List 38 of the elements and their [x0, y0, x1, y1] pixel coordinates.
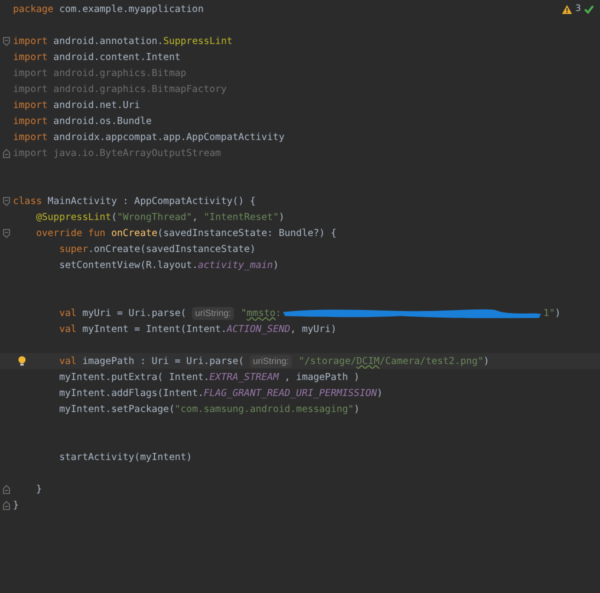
code-text: val myUri = Uri.parse(	[59, 308, 188, 318]
code-text: import android.os.Bundle	[13, 116, 152, 126]
code-text: import android.content.Intent	[13, 52, 181, 62]
parameter-hint: uriString:	[250, 354, 292, 368]
warning-icon[interactable]	[562, 4, 572, 14]
code-text: package com.example.myapplication	[13, 4, 204, 14]
code-text: import java.io.ByteArrayOutputStream	[13, 148, 221, 158]
parameter-hint: uriString:	[192, 306, 234, 320]
code-text: }	[13, 500, 19, 510]
code-text: val myIntent = Intent(Intent.ACTION_SEND, myUri)	[59, 324, 336, 334]
code-text: myIntent.putExtra( Intent.EXTRA_STREAM , imagePath )	[59, 372, 360, 382]
code-text: import android.graphics.Bitmap	[13, 68, 186, 78]
warning-count[interactable]: 3	[575, 4, 581, 14]
code-text: @SuppressLint("WrongThread", "IntentReset")	[36, 212, 285, 222]
fold-icon[interactable]	[3, 484, 10, 494]
code-text: }	[36, 484, 42, 494]
code-text: import android.annotation.SuppressLint	[13, 36, 232, 46]
code-text: class MainActivity : AppCompatActivity() {	[13, 196, 256, 206]
fold-icon[interactable]	[3, 36, 10, 46]
fold-icon[interactable]	[3, 500, 10, 510]
code-text: 1")	[543, 308, 561, 318]
code-text: startActivity(myIntent)	[59, 452, 192, 462]
code-text: "/storage/DCIM/Camera/test2.png")	[298, 356, 490, 366]
fold-icon[interactable]	[3, 228, 10, 238]
check-icon[interactable]	[584, 4, 594, 14]
code-text: import android.net.Uri	[13, 100, 140, 110]
code-text: myIntent.addFlags(Intent.FLAG_GRANT_READ_URI_PERMISSION)	[59, 388, 383, 398]
code-text: val imagePath : Uri = Uri.parse(	[59, 356, 246, 366]
lightbulb-icon[interactable]	[18, 356, 26, 366]
fold-icon[interactable]	[3, 148, 10, 158]
code-text: "mmsto:	[240, 308, 282, 318]
code-text: myIntent.setPackage("com.samsung.android.messaging")	[59, 404, 360, 414]
code-text: import androidx.appcompat.app.AppCompatActivity	[13, 132, 284, 142]
code-text: override fun onCreate(savedInstanceState: Bundle?) {	[36, 228, 336, 238]
code-text: import android.graphics.BitmapFactory	[13, 84, 227, 94]
fold-icon[interactable]	[3, 196, 10, 206]
code-text: setContentView(R.layout.activity_main)	[59, 260, 279, 270]
code-text: super.onCreate(savedInstanceState)	[59, 244, 256, 254]
